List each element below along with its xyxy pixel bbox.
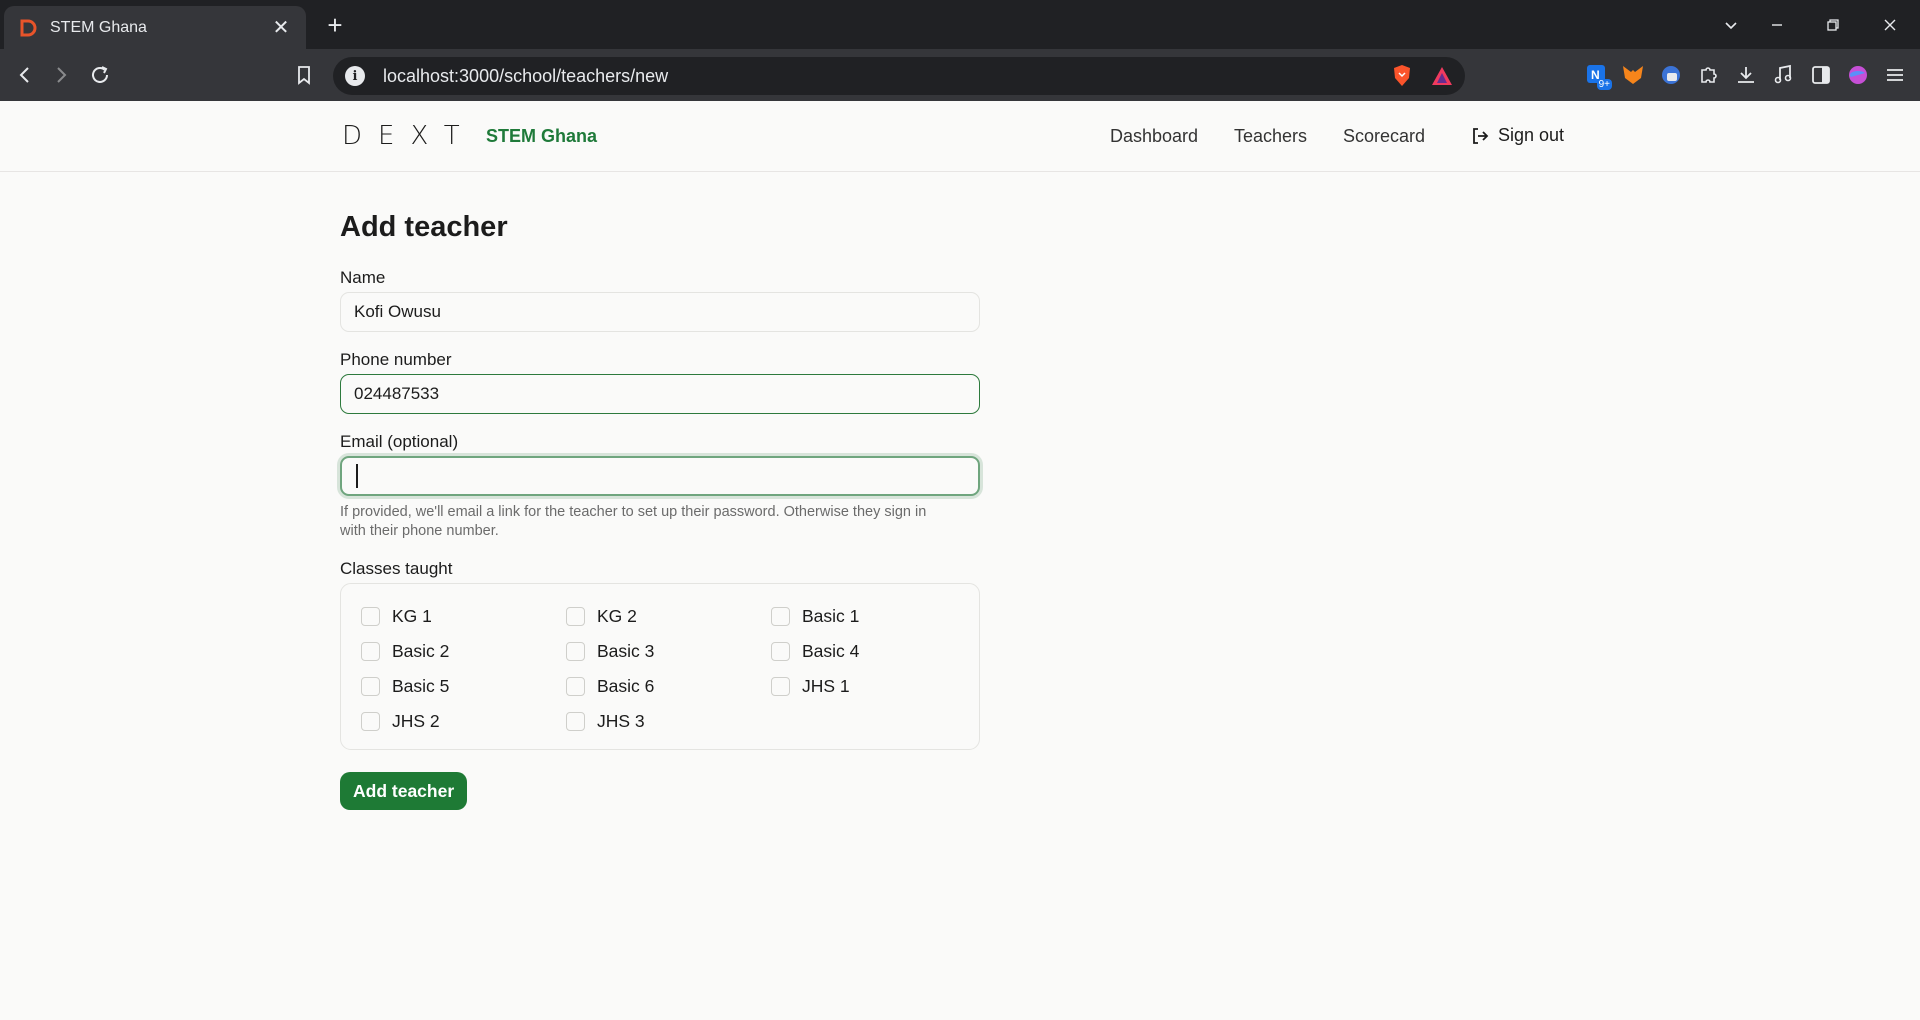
brave-shields-icon[interactable] [1387,61,1417,91]
browser-menu-icon[interactable] [1880,60,1910,90]
back-icon[interactable] [10,60,40,90]
phone-label: Phone number [340,350,452,369]
classes-grid: KG 1 KG 2 Basic 1 Basic 2 Basic 3 Basic … [361,604,959,733]
forward-icon[interactable] [46,60,76,90]
bookmark-icon[interactable] [289,60,319,90]
class-option-basic-6[interactable]: Basic 6 [566,674,771,698]
dext-favicon-icon [18,18,38,38]
class-label: Basic 2 [392,640,450,661]
name-field-group: Name Kofi Owusu [340,268,980,332]
class-checkbox[interactable] [361,711,380,731]
dext-logo[interactable]: DEXT [342,121,476,151]
class-option-basic-1[interactable]: Basic 1 [771,604,976,628]
metamask-fox-icon[interactable] [1618,60,1648,90]
class-label: Basic 5 [392,675,450,696]
nav-teachers[interactable]: Teachers [1234,126,1307,147]
class-option-kg-2[interactable]: KG 2 [566,604,771,628]
class-checkbox[interactable] [361,641,380,661]
name-input[interactable]: Kofi Owusu [340,292,980,332]
url-text[interactable]: localhost:3000/school/teachers/new [383,66,1387,87]
sign-out-button[interactable]: Sign out [1470,125,1564,146]
browser-toolbar: i localhost:3000/school/teachers/new N 9… [0,49,1920,101]
class-label: Basic 3 [597,640,655,661]
class-label: JHS 3 [597,710,645,731]
logo-text: DEXT [342,121,476,151]
minimize-icon[interactable] [1762,10,1792,40]
email-field-group: Email (optional) If provided, we'll emai… [340,432,980,541]
email-help-text: If provided, we'll email a link for the … [340,503,980,541]
class-option-jhs-3[interactable]: JHS 3 [566,709,771,733]
add-teacher-submit-button[interactable]: Add teacher [340,772,468,810]
class-checkbox[interactable] [361,606,380,626]
add-teacher-form: Add teacher Name Kofi Owusu Phone number… [340,211,980,810]
restore-icon[interactable] [1818,10,1848,40]
class-checkbox[interactable] [566,641,585,661]
class-option-jhs-2[interactable]: JHS 2 [361,709,566,733]
address-bar[interactable]: i localhost:3000/school/teachers/new [333,57,1465,95]
class-checkbox[interactable] [566,711,585,731]
class-option-basic-2[interactable]: Basic 2 [361,639,566,663]
page-viewport: DEXT STEM Ghana Dashboard Teachers Score… [0,101,1920,1020]
class-label: JHS 2 [392,710,440,731]
profile-avatar-icon[interactable] [1843,60,1873,90]
class-checkbox[interactable] [771,676,790,696]
sign-out-label: Sign out [1498,125,1565,145]
sign-out-icon [1473,127,1489,144]
classes-checkbox-group: KG 1 KG 2 Basic 1 Basic 2 Basic 3 Basic … [340,583,980,750]
name-label: Name [340,268,386,287]
email-label: Email (optional) [340,432,459,451]
class-checkbox[interactable] [771,606,790,626]
nav-scorecard[interactable]: Scorecard [1343,126,1425,147]
extension-badge: 9+ [1596,79,1612,90]
class-label: JHS 1 [802,675,850,696]
class-checkbox[interactable] [566,676,585,696]
page-title: Add teacher [340,211,508,243]
class-option-jhs-1[interactable]: JHS 1 [771,674,976,698]
class-option-basic-4[interactable]: Basic 4 [771,639,976,663]
browser-tab-active[interactable]: STEM Ghana ✕ [4,6,306,49]
extension-translate-icon[interactable]: N 9+ [1582,60,1612,90]
class-option-basic-5[interactable]: Basic 5 [361,674,566,698]
brave-rewards-icon[interactable] [1427,61,1457,91]
media-music-icon[interactable] [1768,60,1798,90]
phone-input[interactable]: 024487533 [340,374,980,414]
classes-label: Classes taught [340,559,453,578]
tab-close-icon[interactable]: ✕ [270,18,292,38]
text-caret [356,464,358,488]
class-label: Basic 6 [597,675,655,696]
class-label: Basic 1 [802,605,860,626]
class-checkbox[interactable] [566,606,585,626]
email-help-line-1: If provided, we'll email a link for the … [340,504,927,520]
class-label: KG 2 [597,605,637,626]
class-option-basic-3[interactable]: Basic 3 [566,639,771,663]
sidebar-toggle-icon[interactable] [1806,60,1836,90]
class-checkbox[interactable] [771,641,790,661]
new-tab-icon[interactable]: + [320,10,350,40]
brand-name[interactable]: STEM Ghana [486,126,597,147]
phone-input-value: 024487533 [354,384,440,403]
browser-tab-strip: STEM Ghana ✕ + [0,0,1920,49]
tab-search-chevron-icon[interactable] [1716,10,1746,40]
classes-field-group: Classes taught KG 1 KG 2 Basic 1 Basic 2… [340,559,980,750]
class-label: KG 1 [392,605,432,626]
name-input-value: Kofi Owusu [354,302,441,321]
email-help-line-2: with their phone number. [340,523,499,539]
class-checkbox[interactable] [361,676,380,696]
class-option-kg-1[interactable]: KG 1 [361,604,566,628]
phone-field-group: Phone number 024487533 [340,350,980,414]
class-label: Basic 4 [802,640,860,661]
reload-icon[interactable] [85,60,115,90]
site-info-icon[interactable]: i [345,66,365,86]
downloads-icon[interactable] [1731,60,1761,90]
nav-dashboard[interactable]: Dashboard [1110,126,1198,147]
tab-title: STEM Ghana [50,18,147,36]
email-input[interactable] [340,456,980,496]
site-header: DEXT STEM Ghana Dashboard Teachers Score… [0,101,1920,172]
extensions-puzzle-icon[interactable] [1694,60,1724,90]
close-window-icon[interactable] [1875,10,1905,40]
extension-wallet-icon[interactable] [1656,60,1686,90]
